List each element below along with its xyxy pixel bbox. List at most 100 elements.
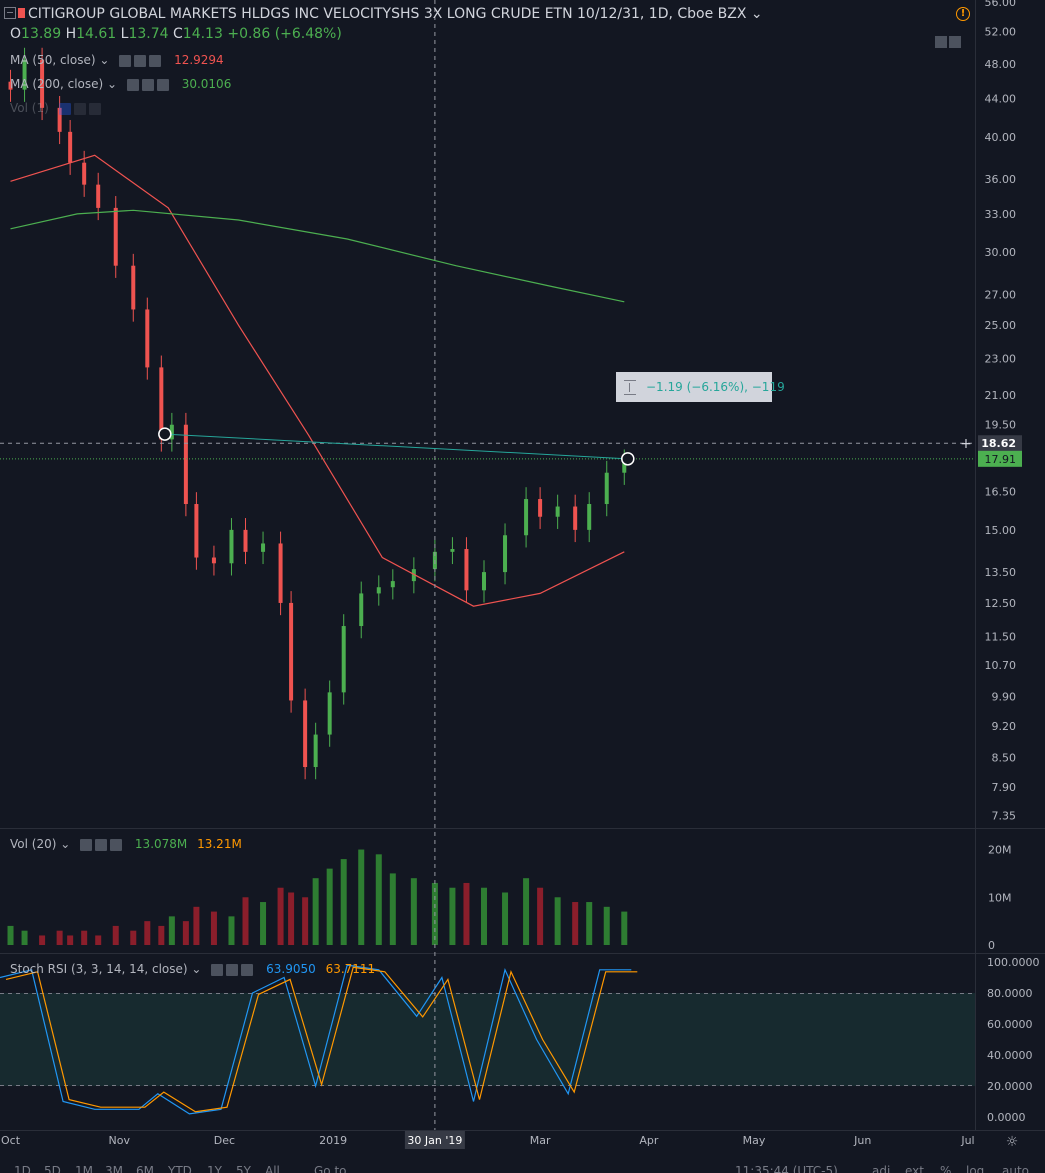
gear-icon[interactable] — [141, 79, 154, 91]
eye-icon[interactable] — [211, 964, 224, 976]
candle-body — [538, 499, 543, 517]
price-tick-label: 25.00 — [985, 319, 1017, 332]
time-tick-label: Mar — [530, 1134, 551, 1147]
stoch-tick-label: 40.0000 — [987, 1049, 1033, 1062]
time-tick-label: Jul — [960, 1134, 974, 1147]
volume-bar — [389, 873, 396, 945]
candle-body — [131, 265, 136, 310]
volume-bar — [523, 878, 530, 945]
gear-icon[interactable] — [95, 839, 108, 851]
range-1y[interactable]: 1Y — [207, 1164, 222, 1173]
candle-body — [503, 535, 508, 573]
close-label: C — [173, 26, 183, 42]
eye-off-icon[interactable] — [58, 103, 71, 115]
open-label: O — [10, 26, 22, 42]
plus-icon: + — [960, 436, 972, 452]
price-tick-label: 36.00 — [985, 173, 1017, 186]
high-label: H — [65, 26, 77, 42]
collapse-icon[interactable] — [4, 7, 16, 19]
close-icon[interactable] — [110, 839, 123, 851]
goto-button[interactable]: Go to... — [314, 1164, 358, 1173]
warning-icon[interactable]: ! — [956, 7, 970, 21]
volume-bar — [375, 854, 382, 945]
range-1m[interactable]: 1M — [75, 1164, 93, 1173]
close-icon[interactable] — [149, 55, 162, 67]
price-tick-label: 40.00 — [985, 131, 1017, 144]
close-icon[interactable] — [241, 964, 254, 976]
stoch-tick-label: 80.0000 — [987, 987, 1033, 1000]
vol-hidden-label: Vol (1) — [10, 101, 49, 115]
volume-bar — [312, 878, 319, 945]
percent-toggle[interactable]: % — [940, 1164, 951, 1173]
symbol-title[interactable]: CITIGROUP GLOBAL MARKETS HLDGS INC VELOC… — [28, 6, 763, 22]
range-6m[interactable]: 6M — [136, 1164, 154, 1173]
price-tick-label: 13.50 — [985, 566, 1017, 579]
adj-toggle[interactable]: adj — [872, 1164, 890, 1173]
volume-bar — [210, 911, 217, 945]
price-tick-label: 9.90 — [992, 690, 1017, 703]
time-tick-label: May — [743, 1134, 766, 1147]
volume-legend[interactable]: Vol (20) ⌄ 13.078M 13.21M — [10, 837, 242, 852]
symbol-title-text: CITIGROUP GLOBAL MARKETS HLDGS INC VELOC… — [28, 6, 747, 22]
chart-canvas[interactable]: 56.00 52.00 48.00 44.00 40.00 36.00 33.00 30.00… — [0, 0, 1045, 1173]
time-tick-label: Jun — [853, 1134, 871, 1147]
volume-bar — [449, 887, 456, 945]
eye-icon[interactable] — [119, 55, 132, 67]
vol-hidden-legend[interactable]: Vol (1) — [10, 101, 104, 116]
volume-bar — [7, 925, 14, 945]
gear-icon[interactable] — [73, 103, 86, 115]
volume-bar — [326, 868, 333, 945]
close-icon[interactable] — [88, 103, 101, 115]
measure-tooltip[interactable]: −1.19 (−6.16%), −119 — [616, 372, 785, 402]
ext-toggle[interactable]: ext — [905, 1164, 924, 1173]
range-all[interactable]: All — [265, 1164, 280, 1173]
volume-bar — [168, 916, 175, 945]
volume-bar — [502, 892, 509, 945]
chevron-updown-icon[interactable] — [949, 36, 961, 48]
range-5d[interactable]: 5D — [44, 1164, 61, 1173]
stoch-tick-label: 100.0000 — [987, 956, 1040, 969]
volume-bar — [410, 878, 417, 945]
price-tick-label: 21.00 — [985, 389, 1017, 402]
volume-bar — [603, 906, 610, 945]
price-tick-label: 7.90 — [992, 781, 1017, 794]
range-3m[interactable]: 3M — [105, 1164, 123, 1173]
ma50-legend[interactable]: MA (50, close) ⌄ 12.9294 — [10, 53, 224, 68]
auto-toggle[interactable]: auto — [1002, 1164, 1029, 1173]
range-5y[interactable]: 5Y — [236, 1164, 251, 1173]
log-toggle[interactable]: log — [966, 1164, 984, 1173]
high-value: 14.61 — [76, 26, 117, 42]
gear-icon[interactable] — [226, 964, 239, 976]
chevron-down-icon[interactable] — [935, 36, 947, 48]
bottom-toolbar: 1D 5D 1M 3M 6M YTD 1Y 5Y All Go to... 11… — [0, 1158, 1045, 1173]
price-tick-label: 33.00 — [985, 208, 1017, 221]
eye-icon[interactable] — [126, 79, 139, 91]
volume-tick-label: 10M — [988, 891, 1012, 904]
flag-icon[interactable] — [18, 8, 25, 18]
close-icon[interactable] — [156, 79, 169, 91]
time-tick-label: Dec — [214, 1134, 235, 1147]
ma50-value: 12.9294 — [174, 53, 224, 67]
stoch-legend[interactable]: Stoch RSI (3, 3, 14, 14, close) ⌄ 63.905… — [10, 962, 375, 977]
ma200-legend[interactable]: MA (200, close) ⌄ 30.0106 — [10, 77, 231, 92]
range-1d[interactable]: 1D — [14, 1164, 31, 1173]
gear-icon[interactable] — [134, 55, 147, 67]
candle-body — [327, 692, 332, 735]
candle-body — [278, 543, 283, 603]
crosshair-price-label: 18.62 — [981, 437, 1016, 450]
price-tick-label: 56.00 — [985, 0, 1017, 9]
candle-body — [82, 162, 87, 185]
candles — [8, 47, 627, 780]
eye-icon[interactable] — [80, 839, 93, 851]
volume-bar — [144, 921, 151, 945]
candle-body — [604, 472, 609, 505]
candle-body — [113, 207, 118, 266]
legend-toggle[interactable] — [933, 33, 961, 52]
volume-bar — [95, 935, 102, 945]
range-ytd[interactable]: YTD — [168, 1164, 192, 1173]
ma50-label: MA (50, close) — [10, 53, 96, 67]
price-tick-label: 19.50 — [985, 419, 1017, 432]
candle-body — [555, 506, 560, 517]
overlay: 18.62 17.91 +30 Jan '19 ☼ — [0, 0, 1022, 1150]
low-value: 13.74 — [128, 26, 169, 42]
